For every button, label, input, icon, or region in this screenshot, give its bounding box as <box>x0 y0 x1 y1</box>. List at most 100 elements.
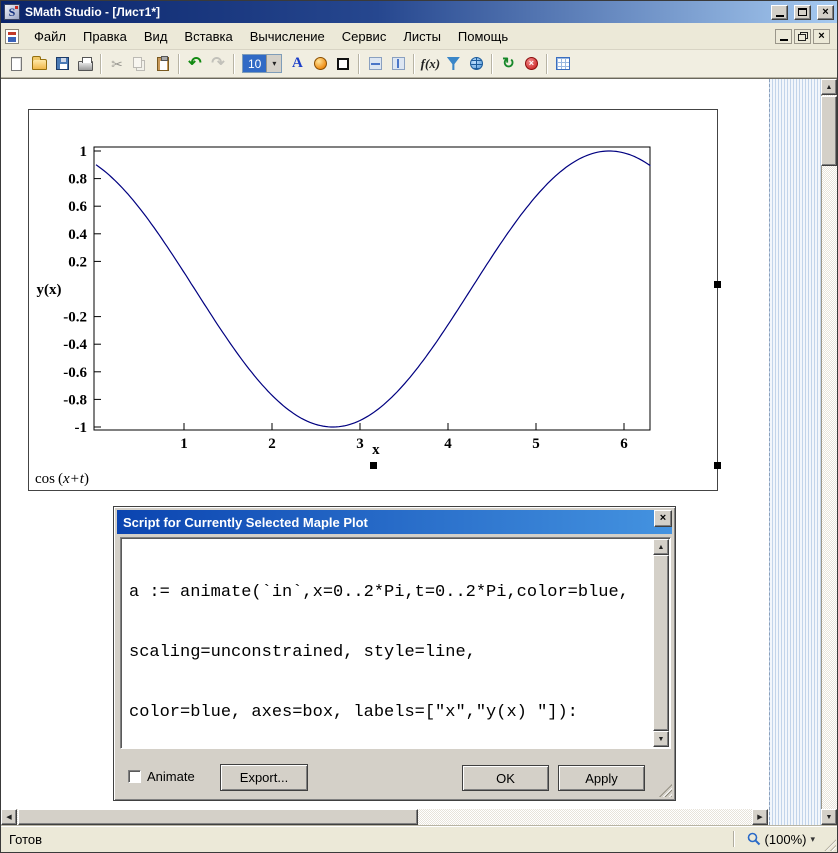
svg-text:y(x): y(x) <box>37 282 62 298</box>
function-button[interactable]: f(x) <box>419 53 441 75</box>
function-icon: f(x) <box>421 57 441 70</box>
minimize-icon <box>780 39 788 41</box>
copy-button[interactable] <box>129 53 151 75</box>
dialog-resize-grip[interactable] <box>659 784 672 797</box>
scroll-left-button[interactable]: ◀ <box>1 809 17 825</box>
print-button[interactable] <box>74 53 96 75</box>
arrow-down-icon: ▼ <box>658 736 665 743</box>
resize-handle-corner[interactable] <box>714 462 721 469</box>
menu-calculation[interactable]: Вычисление <box>242 25 333 48</box>
mdi-minimize-button[interactable] <box>775 29 792 44</box>
restore-icon <box>798 32 808 41</box>
horizontal-scrollbar[interactable]: ◀ ▶ <box>1 809 768 825</box>
filter-button[interactable] <box>442 53 464 75</box>
script-code[interactable]: a := animate(`in`,x=0..2*Pi,t=0..2*Pi,co… <box>123 540 651 746</box>
plot-region[interactable]: 12345610.80.60.40.2-0.2-0.4-0.6-0.8-1y(x… <box>28 109 718 491</box>
scroll-down-button[interactable]: ▼ <box>653 731 669 747</box>
menu-view[interactable]: Вид <box>136 25 176 48</box>
open-file-button[interactable] <box>28 53 50 75</box>
mdi-restore-button[interactable] <box>794 29 811 44</box>
mdi-close-button[interactable]: × <box>813 29 830 44</box>
plot-graphic: 12345610.80.60.40.2-0.2-0.4-0.6-0.8-1y(x… <box>29 110 717 463</box>
script-editor[interactable]: a := animate(`in`,x=0..2*Pi,t=0..2*Pi,co… <box>120 537 671 749</box>
document-icon[interactable] <box>5 29 19 44</box>
menu-help[interactable]: Помощь <box>450 25 516 48</box>
code-line: scaling=unconstrained, style=line, <box>129 643 645 663</box>
scroll-up-button[interactable]: ▲ <box>821 79 837 95</box>
vertical-scrollbar-thumb[interactable] <box>821 96 837 166</box>
interrupt-button[interactable]: × <box>520 53 542 75</box>
horizontal-scrollbar-thumb[interactable] <box>18 809 418 825</box>
toolbar: ✂ ↶ ↷ 10 ▾ A f(x) ↻ × <box>1 50 837 78</box>
resize-handle-right[interactable] <box>714 281 721 288</box>
align-vertical-button[interactable] <box>387 53 409 75</box>
menu-tools[interactable]: Сервис <box>334 25 395 48</box>
redo-button[interactable]: ↷ <box>207 53 229 75</box>
font-button[interactable]: A <box>286 53 308 75</box>
svg-text:0.4: 0.4 <box>68 227 87 243</box>
web-button[interactable] <box>465 53 487 75</box>
svg-text:-0.6: -0.6 <box>63 365 87 381</box>
menu-edit[interactable]: Правка <box>75 25 135 48</box>
stop-icon: × <box>525 57 538 70</box>
recalculate-button[interactable]: ↻ <box>497 53 519 75</box>
dialog-close-button[interactable]: × <box>654 510 672 527</box>
chevron-down-icon[interactable]: ▾ <box>810 834 815 845</box>
menu-insert[interactable]: Вставка <box>176 25 240 48</box>
color-button[interactable] <box>309 53 331 75</box>
vertical-scrollbar[interactable]: ▲ ▼ <box>821 79 837 825</box>
page-margin-area <box>769 79 821 825</box>
animate-checkbox[interactable] <box>128 770 141 783</box>
font-icon: A <box>292 56 303 71</box>
script-scrollbar-thumb[interactable] <box>653 555 669 731</box>
cut-button[interactable]: ✂ <box>106 53 128 75</box>
border-icon <box>337 58 349 70</box>
formula-expression[interactable]: cos(x+t) <box>35 471 89 488</box>
app-icon[interactable]: S <box>4 4 20 20</box>
resize-handle-bottom[interactable] <box>370 462 377 469</box>
export-button[interactable]: Export... <box>220 764 308 791</box>
refresh-icon: ↻ <box>502 56 515 71</box>
worksheet-canvas[interactable]: 12345610.80.60.40.2-0.2-0.4-0.6-0.8-1y(x… <box>1 79 821 825</box>
chevron-down-icon[interactable]: ▾ <box>266 55 281 72</box>
new-document-button[interactable] <box>5 53 27 75</box>
svg-text:0.2: 0.2 <box>68 254 87 270</box>
paste-button[interactable] <box>152 53 174 75</box>
close-button[interactable]: × <box>817 5 834 20</box>
svg-text:0.8: 0.8 <box>68 172 87 188</box>
undo-button[interactable]: ↶ <box>184 53 206 75</box>
save-button[interactable] <box>51 53 73 75</box>
code-line: color=blue, axes=box, labels=["x","y(x) … <box>129 703 645 723</box>
script-scrollbar[interactable]: ▲ ▼ <box>653 539 669 747</box>
table-icon <box>556 57 570 70</box>
close-icon: × <box>822 7 828 18</box>
maple-plot[interactable]: 12345610.80.60.40.2-0.2-0.4-0.6-0.8-1y(x… <box>29 110 717 465</box>
menu-sheets[interactable]: Листы <box>395 25 449 48</box>
ok-button[interactable]: OK <box>462 765 549 791</box>
zoom-level: (100%) <box>765 832 807 847</box>
maximize-button[interactable] <box>794 5 811 20</box>
save-icon <box>56 57 69 70</box>
arrow-right-icon: ▶ <box>757 814 762 821</box>
toolbar-separator <box>413 54 415 74</box>
zoom-control[interactable]: (100%) ▾ <box>733 831 829 847</box>
align-horizontal-button[interactable] <box>364 53 386 75</box>
apply-button[interactable]: Apply <box>558 765 645 791</box>
scroll-right-button[interactable]: ▶ <box>752 809 768 825</box>
title-bar[interactable]: S SMath Studio - [Лист1*] × <box>1 1 837 23</box>
menu-bar: Файл Правка Вид Вставка Вычисление Серви… <box>1 23 837 50</box>
redo-icon: ↷ <box>211 56 224 72</box>
border-button[interactable] <box>332 53 354 75</box>
svg-text:4: 4 <box>444 436 452 452</box>
paste-icon <box>157 57 169 71</box>
table-button[interactable] <box>552 53 574 75</box>
toolbar-separator <box>491 54 493 74</box>
minimize-button[interactable] <box>771 5 788 20</box>
svg-text:-1: -1 <box>75 420 88 436</box>
dialog-title-bar[interactable]: Script for Currently Selected Maple Plot <box>117 510 672 534</box>
font-size-combo[interactable]: 10 ▾ <box>242 54 282 73</box>
menu-file[interactable]: Файл <box>26 25 74 48</box>
statusbar-separator <box>733 831 735 847</box>
scroll-down-button[interactable]: ▼ <box>821 809 837 825</box>
scroll-up-button[interactable]: ▲ <box>653 539 669 555</box>
